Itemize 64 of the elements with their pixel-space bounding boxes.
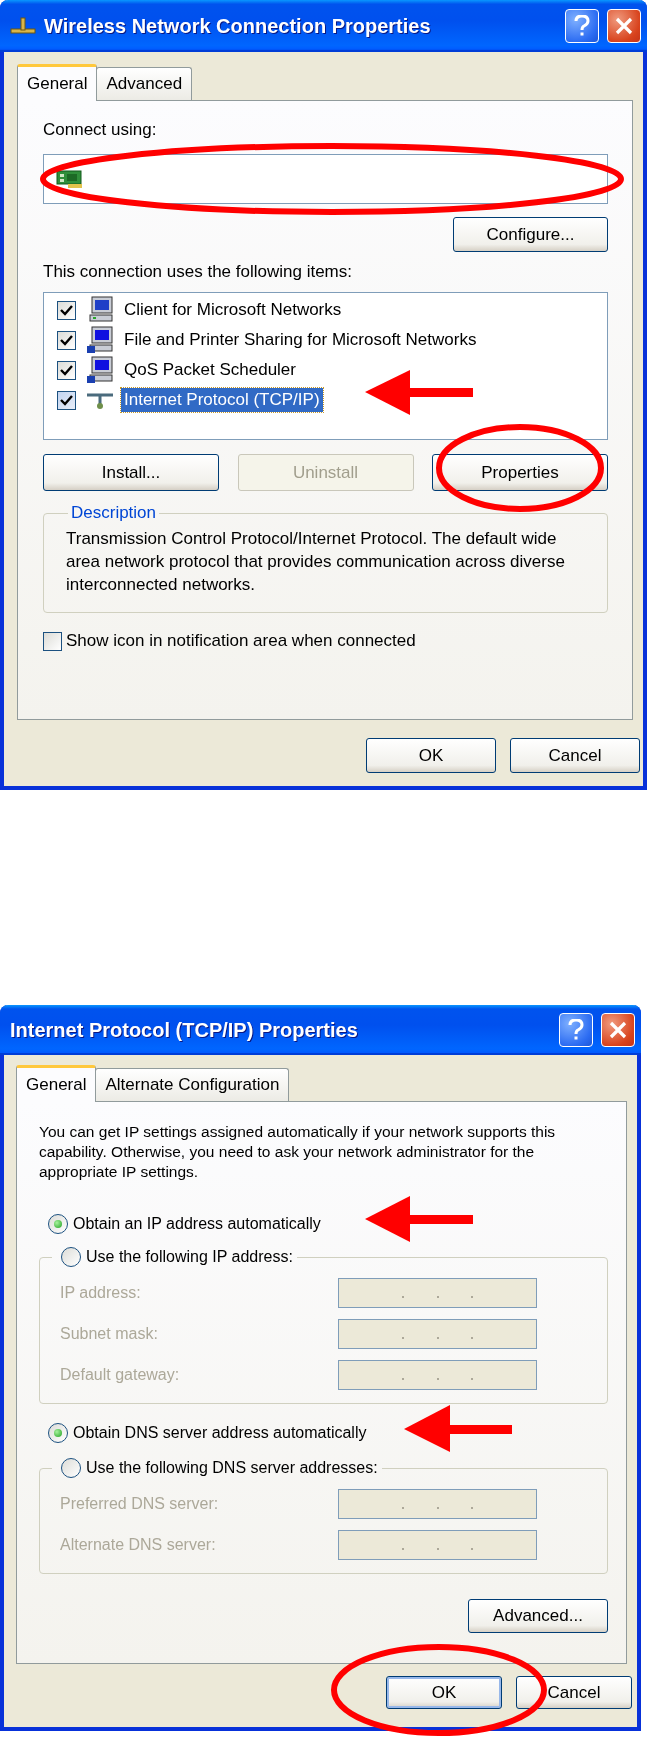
checkbox[interactable] — [43, 631, 62, 651]
network-card-icon — [56, 169, 84, 189]
help-icon — [568, 1019, 584, 1041]
radio-option[interactable]: Use the following DNS server addresses: — [61, 1458, 378, 1478]
list-item[interactable]: Internet Protocol (TCP/IP) — [121, 388, 323, 412]
ip-address-field[interactable] — [338, 1530, 537, 1560]
list-item[interactable]: Client for Microsoft Networks — [121, 298, 345, 322]
radio-circle[interactable] — [48, 1423, 68, 1443]
item-button[interactable]: Install... — [43, 454, 219, 491]
intro-text: You can get IP settings assigned automatically if your network supports this capability. Otherwise, you need to ask your network administrator for the appropriate IP settings. — [39, 1122, 557, 1182]
checkmark-icon — [60, 334, 73, 346]
tab[interactable]: Advanced — [96, 67, 193, 100]
close-button[interactable] — [601, 1013, 635, 1047]
advanced-button[interactable]: Advanced... — [468, 1599, 608, 1633]
dialog-button[interactable]: Cancel — [516, 1676, 632, 1709]
window-title: Internet Protocol (TCP/IP) Properties — [10, 1018, 359, 1042]
close-icon — [615, 17, 633, 35]
radio-circle[interactable] — [61, 1458, 81, 1478]
network-icon — [10, 16, 36, 36]
close-button[interactable] — [607, 9, 641, 43]
configure-button[interactable]: Configure... — [453, 217, 608, 252]
tab[interactable]: Alternate Configuration — [95, 1068, 290, 1101]
checkbox[interactable] — [57, 300, 76, 320]
dialog-button[interactable]: OK — [386, 1676, 502, 1709]
radio-option[interactable]: Use the following IP address: — [61, 1247, 293, 1267]
ip-address-field[interactable] — [338, 1360, 537, 1390]
checkbox[interactable] — [57, 360, 76, 380]
tab[interactable]: General — [16, 1065, 97, 1102]
group-legend: Description — [68, 503, 160, 523]
field-label: Preferred DNS server: — [60, 1495, 220, 1513]
ip-address-field[interactable] — [338, 1489, 537, 1519]
help-icon — [574, 15, 590, 37]
description-text: Transmission Control Protocol/Internet Protocol. The default wide area network protocol that provides communication across diverse interconnected networks. — [66, 528, 566, 596]
checkbox[interactable] — [57, 330, 76, 350]
field-label: Alternate DNS server: — [60, 1536, 217, 1554]
checkmark-icon — [60, 394, 73, 406]
help-button[interactable] — [565, 9, 599, 43]
field-label: IP address: — [60, 1284, 142, 1302]
checkbox[interactable] — [57, 390, 76, 410]
checkmark-icon — [60, 304, 73, 316]
list-item[interactable]: File and Printer Sharing for Microsoft Networks — [121, 328, 480, 352]
dialog-button[interactable]: OK — [366, 738, 496, 773]
radio-option[interactable]: Obtain DNS server address automatically — [48, 1423, 608, 1443]
help-button[interactable] — [559, 1013, 593, 1047]
computer-icon — [86, 356, 114, 384]
computer-icon — [86, 296, 114, 324]
tab[interactable]: General — [17, 64, 98, 101]
show-icon-checkbox[interactable]: Show icon in notification area when connected — [43, 631, 608, 651]
radio-circle[interactable] — [61, 1247, 81, 1267]
list-item[interactable]: QoS Packet Scheduler — [121, 358, 299, 382]
field-label: Subnet mask: — [60, 1325, 159, 1343]
radio-circle[interactable] — [48, 1214, 68, 1234]
ip-address-field[interactable] — [338, 1278, 537, 1308]
window-title: Wireless Network Connection Properties — [44, 14, 432, 38]
field-label: Default gateway: — [60, 1366, 181, 1384]
ip-address-field[interactable] — [338, 1319, 537, 1349]
dialog-button[interactable]: Cancel — [510, 738, 640, 773]
close-icon — [609, 1021, 627, 1039]
connect-using-label: Connect using: — [43, 120, 158, 140]
computer-icon — [86, 326, 114, 354]
items-label: This connection uses the following items: — [43, 262, 353, 282]
item-button[interactable]: Properties — [432, 454, 608, 491]
checkmark-icon — [60, 364, 73, 376]
radio-option[interactable]: Obtain an IP address automatically — [48, 1214, 608, 1234]
